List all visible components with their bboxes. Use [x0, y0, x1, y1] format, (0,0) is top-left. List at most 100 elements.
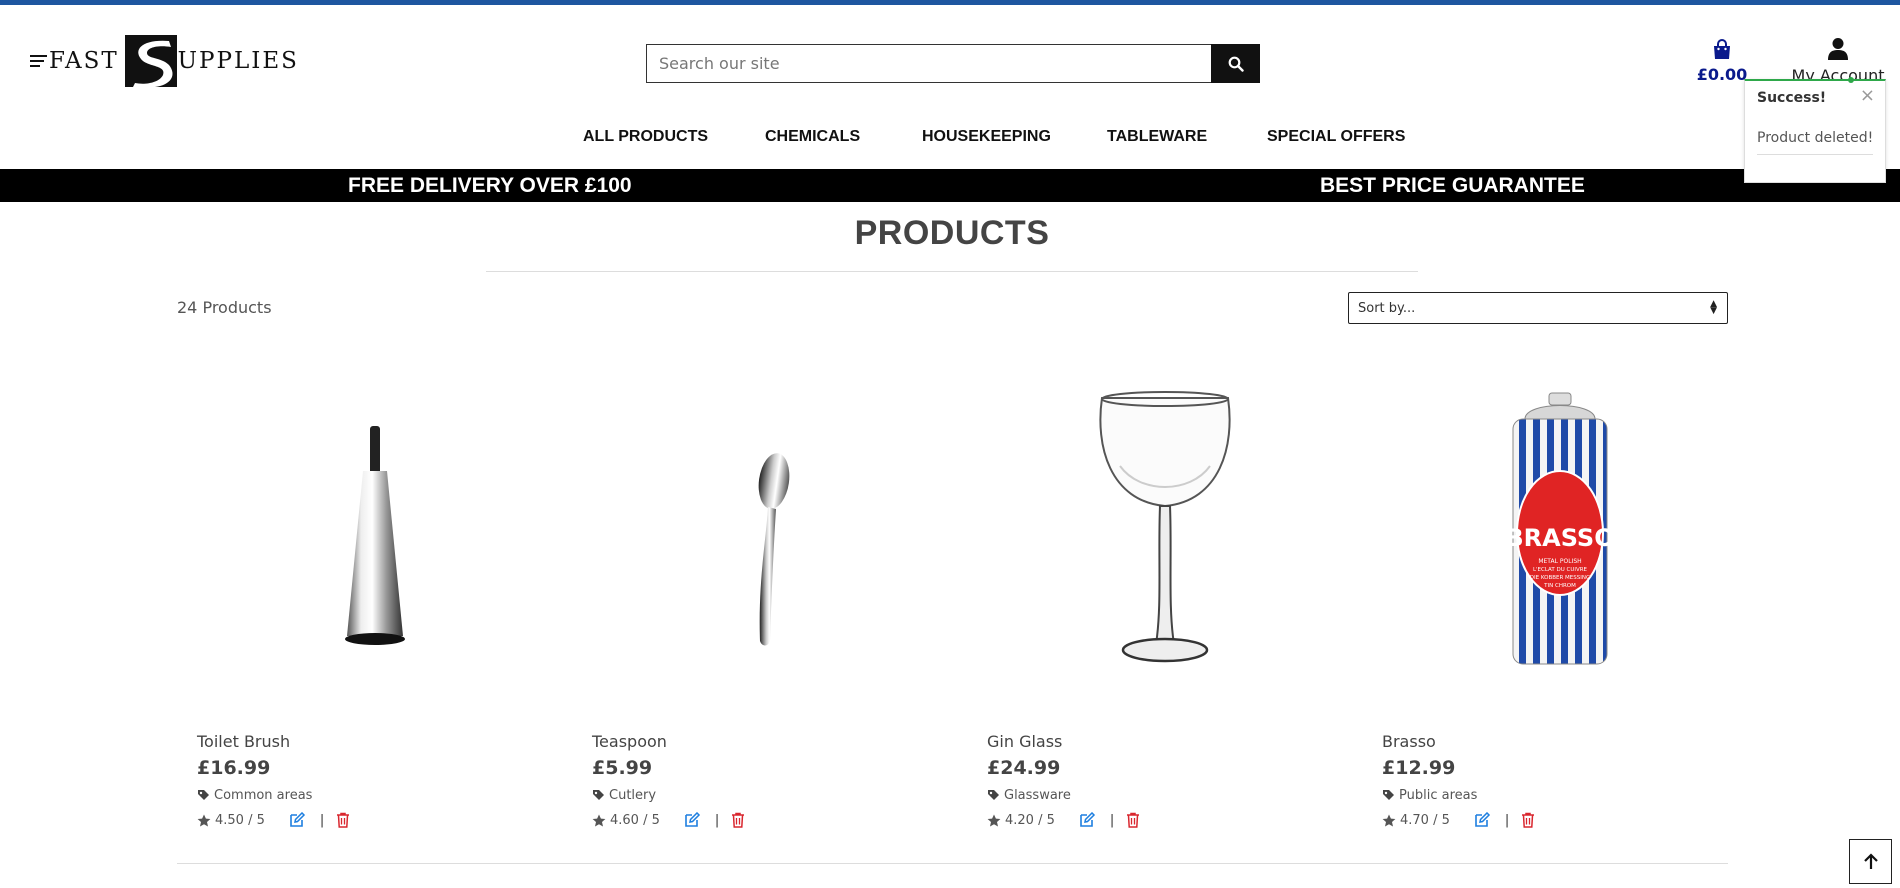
brasso-brand-text: BRASSO — [1505, 524, 1614, 552]
product-card: BRASSO METAL POLISH L'ECLAT DU CUIVRE DI… — [1362, 378, 1757, 838]
cart-button[interactable]: £0.00 — [1695, 38, 1749, 84]
product-name[interactable]: Gin Glass — [987, 732, 1062, 751]
site-logo[interactable]: FAST UPPLIES — [30, 33, 299, 88]
product-category-label: Common areas — [214, 788, 313, 803]
sort-select-value: Sort by... — [1358, 301, 1416, 316]
shopping-bag-icon — [1714, 39, 1730, 59]
toast-message: Product deleted! — [1757, 130, 1874, 146]
product-category: Common areas — [197, 788, 312, 803]
nav-all-products[interactable]: ALL PRODUCTS — [583, 128, 708, 146]
product-card: Gin Glass £24.99 Glassware 4.20 / 5 | — [967, 378, 1362, 838]
delete-button[interactable] — [731, 812, 745, 828]
logo-word-left: FAST — [49, 47, 119, 74]
free-delivery-text: FREE DELIVERY OVER £100 — [348, 174, 632, 197]
product-category-label: Cutlery — [609, 788, 657, 803]
product-meta: 4.70 / 5 | — [1382, 812, 1535, 828]
trash-icon — [732, 812, 745, 828]
toast-close-button[interactable]: × — [1860, 85, 1875, 106]
star-icon — [592, 814, 606, 826]
sort-arrows-icon: ▲ ▼ — [1710, 299, 1717, 316]
product-category: Public areas — [1382, 788, 1477, 803]
product-rating: 4.50 / 5 — [215, 812, 265, 828]
product-category: Cutlery — [592, 788, 656, 803]
user-icon — [1828, 38, 1848, 60]
delete-button[interactable] — [336, 812, 350, 828]
tag-icon — [988, 790, 999, 800]
brasso-sub-4: TIN CHROM — [1543, 583, 1576, 589]
brasso-sub-2: L'ECLAT DU CUIVRE — [1532, 567, 1587, 573]
star-icon — [1382, 814, 1396, 826]
product-rating: 4.20 / 5 — [1005, 812, 1055, 828]
section-divider — [177, 863, 1728, 864]
product-name[interactable]: Brasso — [1382, 732, 1436, 751]
edit-button[interactable] — [1474, 812, 1491, 828]
my-account-link[interactable]: My Account — [1786, 37, 1890, 85]
sort-select[interactable]: Sort by... ▲ ▼ — [1348, 292, 1728, 324]
page-title: PRODUCTS — [854, 214, 1050, 252]
edit-icon — [290, 812, 305, 827]
success-toast: Success! × Product deleted! — [1744, 77, 1886, 183]
logo-word-right: UPPLIES — [177, 47, 299, 74]
product-rating: 4.70 / 5 — [1400, 812, 1450, 828]
product-name[interactable]: Toilet Brush — [197, 732, 290, 751]
brasso-sub-1: METAL POLISH — [1538, 558, 1581, 565]
cart-total: £0.00 — [1696, 65, 1748, 84]
title-divider — [486, 271, 1418, 272]
tag-icon — [593, 790, 604, 800]
star-icon — [987, 814, 1001, 826]
edit-button[interactable] — [1079, 812, 1096, 828]
edit-button[interactable] — [289, 812, 306, 828]
trash-icon — [337, 812, 350, 828]
product-category-label: Glassware — [1004, 788, 1071, 803]
tag-icon — [198, 790, 209, 800]
product-image[interactable] — [177, 378, 572, 683]
menu-lines-icon — [30, 52, 47, 70]
product-image[interactable] — [572, 378, 967, 683]
edit-button[interactable] — [684, 812, 701, 828]
edit-icon — [685, 812, 700, 827]
delete-button[interactable] — [1126, 812, 1140, 828]
product-meta: 4.50 / 5 | — [197, 812, 350, 828]
edit-icon — [1475, 812, 1490, 827]
product-image[interactable]: BRASSO METAL POLISH L'ECLAT DU CUIVRE DI… — [1362, 378, 1757, 683]
action-separator: | — [1109, 812, 1115, 828]
brasso-sub-3: DIE KOBBER MESSING — [1529, 575, 1590, 581]
action-separator: | — [714, 812, 720, 828]
nav-tableware[interactable]: TABLEWARE — [1107, 128, 1207, 146]
toast-indicator-dot — [1848, 77, 1854, 83]
delete-button[interactable] — [1521, 812, 1535, 828]
trash-icon — [1127, 812, 1140, 828]
tag-icon — [1383, 790, 1394, 800]
search-input[interactable] — [646, 44, 1211, 83]
product-category-label: Public areas — [1399, 788, 1478, 803]
trash-icon — [1522, 812, 1535, 828]
product-name[interactable]: Teaspoon — [592, 732, 667, 751]
product-count: 24 Products — [177, 298, 272, 317]
product-price: £5.99 — [592, 757, 653, 779]
arrow-up-icon — [1863, 852, 1878, 869]
nav-housekeeping[interactable]: HOUSEKEEPING — [922, 128, 1051, 146]
product-card: Teaspoon £5.99 Cutlery 4.60 / 5 | — [572, 378, 967, 838]
product-image[interactable] — [967, 378, 1362, 683]
promo-banner: FREE DELIVERY OVER £100 BEST PRICE GUARA… — [0, 169, 1900, 202]
nav-chemicals[interactable]: CHEMICALS — [765, 128, 860, 146]
search-icon — [1228, 56, 1244, 72]
back-to-top-button[interactable] — [1849, 839, 1892, 884]
top-accent-strip — [0, 0, 1900, 5]
nav-special-offers[interactable]: SPECIAL OFFERS — [1267, 128, 1405, 146]
logo-s-mark — [124, 34, 177, 87]
main-nav: ALL PRODUCTS CHEMICALS HOUSEKEEPING TABL… — [0, 128, 1900, 154]
search-bar — [646, 44, 1260, 83]
action-separator: | — [319, 812, 325, 828]
product-meta: 4.20 / 5 | — [987, 812, 1140, 828]
product-price: £24.99 — [987, 757, 1061, 779]
product-rating: 4.60 / 5 — [610, 812, 660, 828]
best-price-text: BEST PRICE GUARANTEE — [1320, 174, 1585, 197]
product-price: £12.99 — [1382, 757, 1456, 779]
product-price: £16.99 — [197, 757, 271, 779]
search-button[interactable] — [1211, 44, 1260, 83]
product-meta: 4.60 / 5 | — [592, 812, 745, 828]
edit-icon — [1080, 812, 1095, 827]
toast-divider — [1757, 154, 1873, 155]
product-category: Glassware — [987, 788, 1071, 803]
